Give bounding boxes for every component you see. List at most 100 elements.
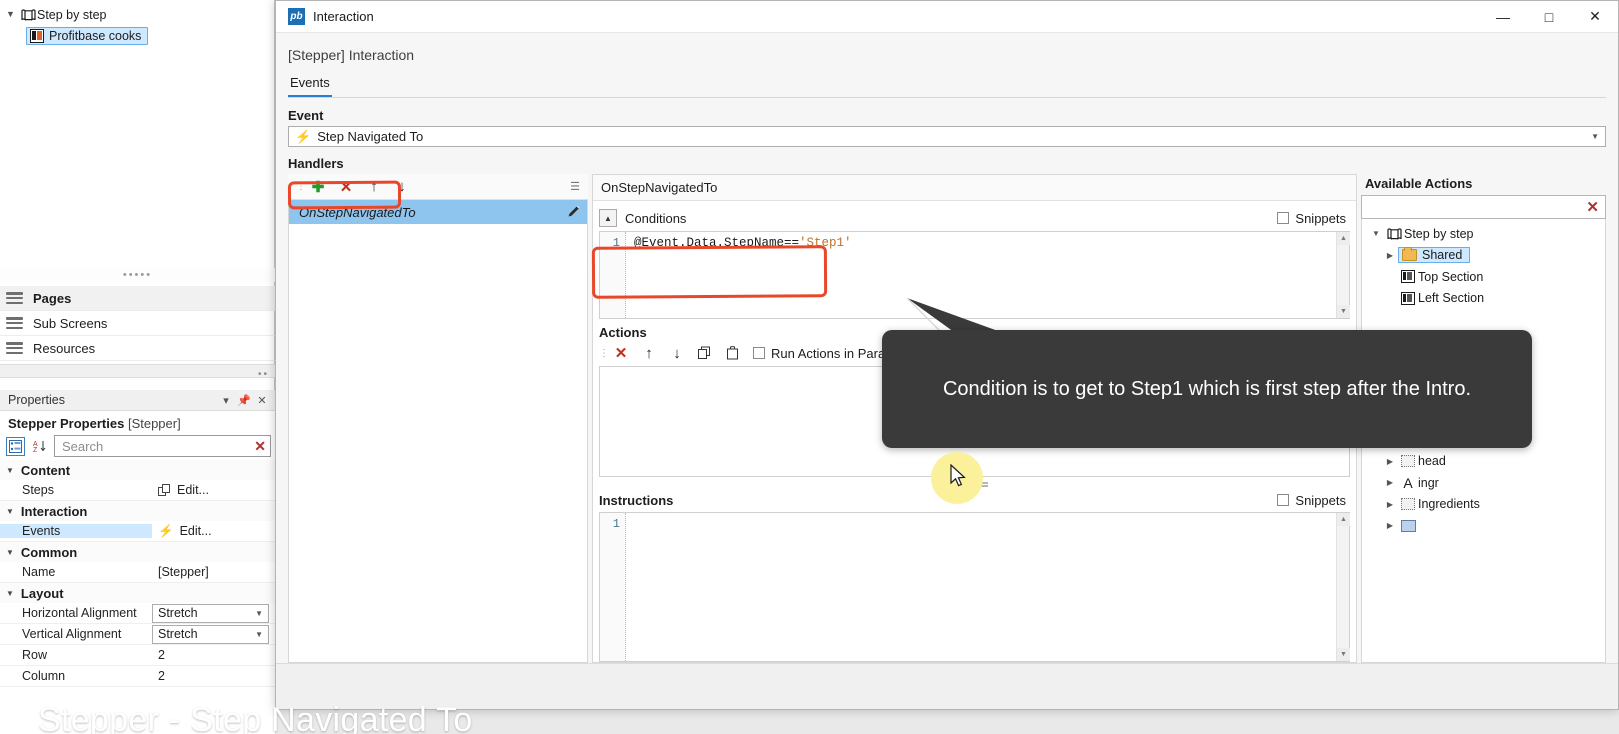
edit-pencil-icon[interactable] [567,204,581,221]
chevron-right-icon[interactable]: ▶ [1382,251,1398,260]
handlers-toolbar: ⋮ ✚ ✕ ↑ ↓ ☰ [288,174,588,200]
delete-handler-button[interactable]: ✕ [332,175,360,199]
tree-item-label: ingr [1418,475,1439,490]
clear-search-icon[interactable]: ✕ [1586,198,1599,216]
minimize-button[interactable]: — [1480,1,1526,32]
triangle-down-icon: ▼ [6,465,14,475]
property-value[interactable]: Edit... [152,483,275,497]
nav-item-label: Resources [33,340,96,356]
property-row-row[interactable]: Row 2 [0,645,275,666]
event-select[interactable]: ⚡ Step Navigated To ▼ [288,126,1606,147]
close-button[interactable]: ✕ [1572,1,1618,32]
tree-item-ingr[interactable]: ▶ A ingr [1362,472,1605,494]
book-icon [1384,228,1404,240]
vertical-alignment-select[interactable]: Stretch ▼ [152,624,269,644]
available-actions-search-input[interactable]: ✕ [1361,195,1606,219]
nav-item-pages[interactable]: Pages [0,286,275,311]
handler-list-item[interactable]: OnStepNavigatedTo [289,200,587,224]
toolbar-grip-icon[interactable]: ⋮ [296,181,306,192]
nav-item-resources[interactable]: Resources [0,336,275,361]
move-up-button[interactable]: ↑ [360,175,388,199]
scroll-up-icon[interactable]: ▲ [1337,232,1350,245]
instructions-code-editor[interactable]: 1 ▲ ▼ [599,512,1350,662]
action-move-down-button[interactable]: ↓ [663,341,691,365]
chevron-right-icon[interactable]: ▶ [1382,478,1398,487]
sort-alphabetical-icon[interactable]: AZ [30,437,49,456]
tree-item-shared[interactable]: ▶ Shared [1362,245,1605,267]
checkbox-icon[interactable] [1277,212,1290,224]
horizontal-alignment-select[interactable]: Stretch ▼ [152,603,269,623]
conditions-code-editor[interactable]: 1 @Event.Data.StepName=='Step1' ▲ ▼ [599,231,1350,319]
chevron-down-icon[interactable]: ▼ [6,10,20,19]
panel-splitter[interactable]: •• [0,364,275,380]
text-block-icon [1398,498,1418,511]
scroll-up-icon[interactable]: ▲ [1337,513,1350,526]
nav-item-sub-screens[interactable]: Sub Screens [0,311,275,336]
conditions-scrollbar[interactable]: ▲ ▼ [1336,232,1350,318]
maximize-button[interactable]: □ [1526,1,1572,32]
chevron-right-icon[interactable]: ▶ [1382,457,1398,466]
property-row-column[interactable]: Column 2 [0,666,275,687]
action-move-up-button[interactable]: ↑ [635,341,663,365]
tree-item-step-by-step[interactable]: ▼ Step by step [1362,223,1605,245]
properties-search-input[interactable]: Search ✕ [54,435,271,457]
property-value[interactable]: ⚡ Edit... [152,524,275,539]
scroll-down-icon[interactable]: ▼ [1337,305,1350,318]
handlers-panel: ⋮ ✚ ✕ ↑ ↓ ☰ OnStepNavigatedTo [288,174,588,663]
property-group-interaction[interactable]: ▼ Interaction [0,501,275,521]
toolbar-grip-icon[interactable]: ⋮ [599,348,609,359]
chevron-down-icon[interactable]: ▾ [217,394,235,407]
conditions-code-text[interactable]: @Event.Data.StepName=='Step1' [626,232,1336,318]
tree-item-selected-chip[interactable]: Shared [1398,247,1471,264]
chevron-down-icon[interactable]: ▼ [1368,229,1384,238]
clear-search-icon[interactable]: ✕ [254,438,268,455]
paste-action-button[interactable] [719,341,747,365]
tree-row-root[interactable]: ▼ Step by step [0,4,275,25]
tree-item-ingredients[interactable]: ▶ Ingredients [1362,494,1605,516]
property-row-horizontal-alignment[interactable]: Horizontal Alignment Stretch ▼ [0,603,275,624]
pin-icon[interactable]: 📌 [235,394,253,407]
scroll-down-icon[interactable]: ▼ [1337,648,1350,661]
close-icon[interactable]: ✕ [253,394,271,407]
tab-events[interactable]: Events [288,75,332,97]
property-group-label: Layout [20,585,64,601]
conditions-snippets-toggle[interactable]: Snippets [1277,211,1350,226]
property-label: Vertical Alignment [22,627,122,641]
tree-item-image[interactable]: ▶ [1362,515,1605,537]
instructions-scrollbar[interactable]: ▲ ▼ [1336,513,1350,661]
chevron-right-icon[interactable]: ▶ [1382,500,1398,509]
checkbox-icon[interactable] [1277,494,1290,506]
property-group-label: Interaction [20,503,88,519]
property-group-layout[interactable]: ▼ Layout [0,583,275,603]
property-row-vertical-alignment[interactable]: Vertical Alignment Stretch ▼ [0,624,275,645]
tree-item-left-section[interactable]: Left Section [1362,288,1605,310]
chevron-right-icon[interactable]: ▶ [1382,521,1398,530]
delete-action-button[interactable]: ✕ [607,341,635,365]
property-row-events[interactable]: Events ⚡ Edit... [0,521,275,542]
property-group-content[interactable]: ▼ Content [0,460,275,480]
property-label: Column [22,669,66,683]
panel-resize-handle[interactable]: ••••• [0,268,275,282]
property-label: Events [0,524,152,538]
instructions-snippets-toggle[interactable]: Snippets [1277,493,1350,508]
copy-action-button[interactable] [691,341,719,365]
tree-item-head[interactable]: ▶ head [1362,451,1605,473]
property-group-common[interactable]: ▼ Common [0,542,275,562]
toolbar-overflow-icon[interactable]: ☰ [570,180,588,193]
font-icon: A [1403,474,1413,491]
move-down-button[interactable]: ↓ [388,175,416,199]
categorize-icon[interactable] [6,436,25,456]
nav-list: Pages Sub Screens Resources [0,286,275,361]
instructions-code-text[interactable] [626,513,1336,661]
property-row-steps[interactable]: Steps Edit... [0,480,275,501]
collapse-conditions-button[interactable]: ▲ [599,209,617,227]
add-handler-button[interactable]: ✚ [304,175,332,199]
tree-child-chip[interactable]: Profitbase cooks [26,26,149,45]
conditions-title: Conditions [625,210,687,226]
property-value[interactable]: [Stepper] [152,565,275,579]
checkbox-icon[interactable] [753,347,765,359]
tree-item-top-section[interactable]: Top Section [1362,266,1605,288]
property-row-name[interactable]: Name [Stepper] [0,562,275,583]
run-actions-in-parallel-checkbox[interactable]: Run Actions in Parallel [753,346,901,361]
tree-row-child[interactable]: Profitbase cooks [0,25,275,46]
